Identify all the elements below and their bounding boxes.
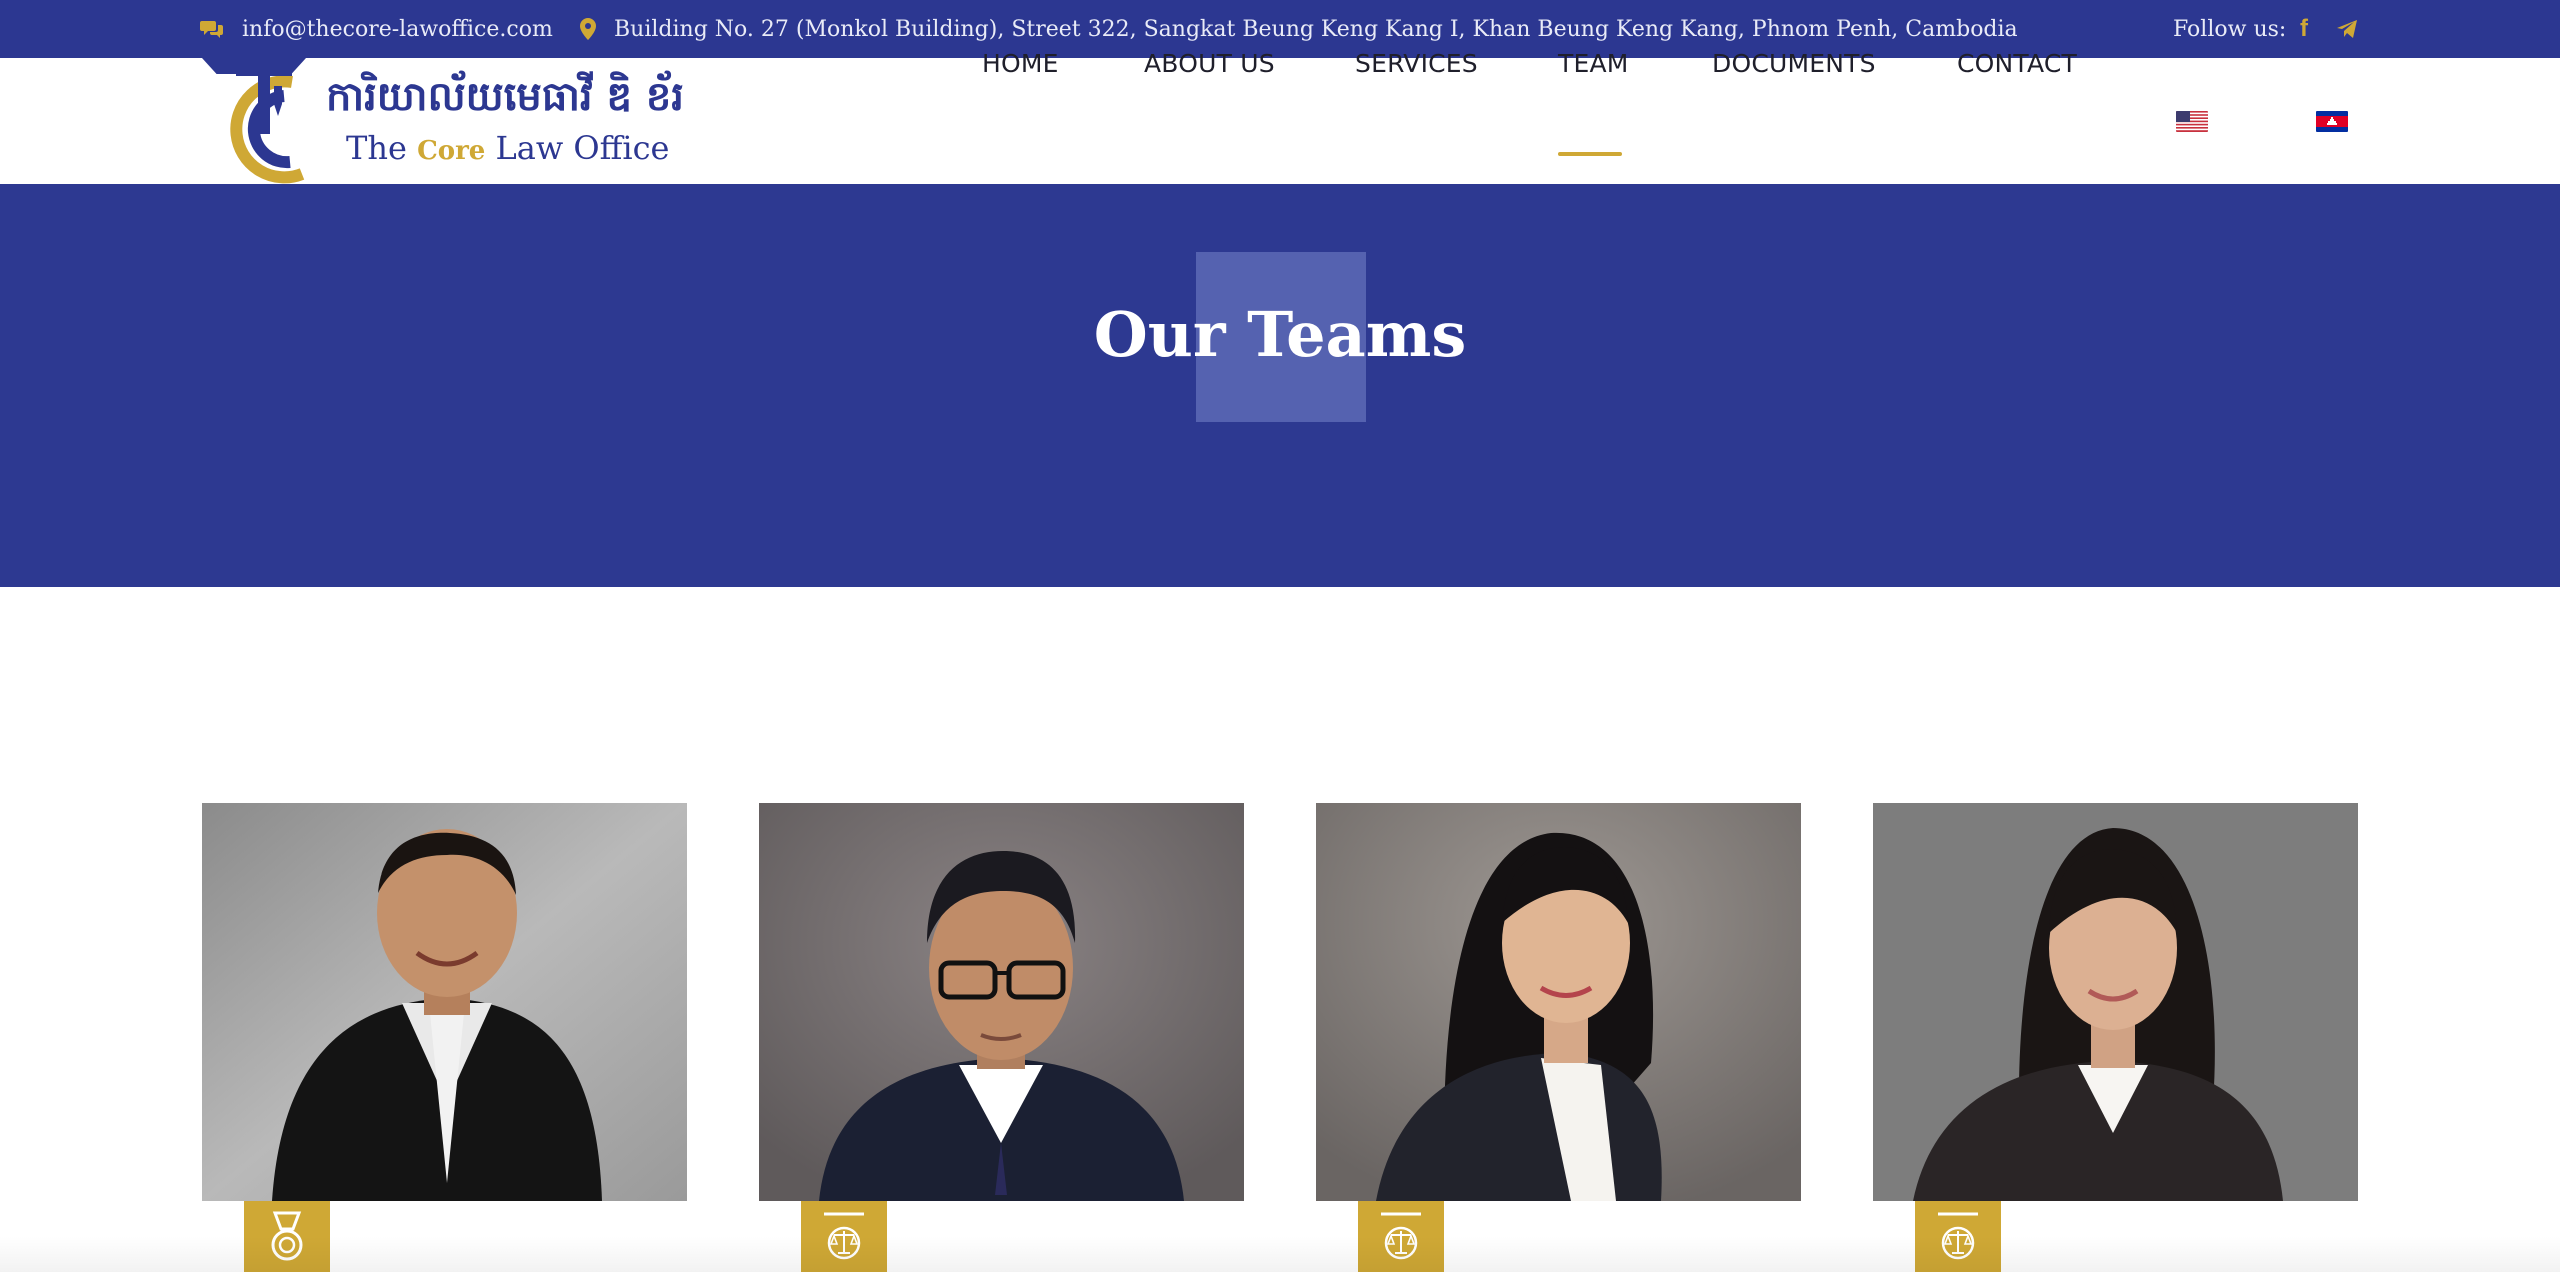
telegram-icon[interactable]: [2336, 0, 2358, 58]
nav-home[interactable]: HOME: [982, 0, 1059, 126]
card-badge: [1915, 1201, 2001, 1272]
card-badge: [244, 1201, 330, 1272]
logo-law-office: Law Office: [495, 129, 670, 167]
team-member-card[interactable]: [759, 803, 1244, 1272]
team-member-card[interactable]: [1316, 803, 1801, 1272]
team-member-photo: [1316, 803, 1801, 1201]
core-monogram-icon: [230, 64, 305, 184]
top-info-bar: info@thecore-lawoffice.com Building No. …: [0, 0, 2560, 58]
team-member-photo: [1873, 803, 2358, 1201]
us-flag-icon[interactable]: [2176, 111, 2208, 132]
follow-us-label: Follow us:: [2173, 16, 2287, 42]
chat-bubbles-icon: [200, 19, 224, 39]
map-pin-icon: [580, 18, 596, 40]
medal-icon: [271, 1211, 303, 1261]
scales-of-justice-icon: [824, 1212, 864, 1260]
card-badge: [801, 1201, 887, 1272]
nav-about-us[interactable]: ABOUT US: [1144, 0, 1275, 126]
nav-documents[interactable]: DOCUMENTS: [1712, 0, 1876, 126]
logo-core: Core: [417, 136, 486, 166]
logo-english-name: The Core Law Office: [346, 128, 669, 168]
nav-team[interactable]: TEAM: [1558, 0, 1629, 126]
team-member-photo: [202, 803, 687, 1201]
logo-khmer-name: ការិយាល័យមេធាវី ឌិ ខ័រ: [326, 74, 684, 120]
nav-services[interactable]: SERVICES: [1355, 0, 1478, 126]
active-nav-indicator: [1558, 152, 1622, 156]
card-badge: [1358, 1201, 1444, 1272]
nav-contact[interactable]: CONTACT: [1957, 0, 2077, 126]
scales-of-justice-icon: [1381, 1212, 1421, 1260]
cambodia-flag-icon[interactable]: [2316, 111, 2348, 132]
scales-of-justice-icon: [1938, 1212, 1978, 1260]
facebook-icon[interactable]: f: [2300, 0, 2308, 58]
team-member-card[interactable]: [1873, 803, 2358, 1272]
team-member-card[interactable]: [202, 803, 687, 1272]
team-member-photo: [759, 803, 1244, 1201]
page-title: Our Teams: [1093, 298, 1467, 371]
logo-the: The: [346, 129, 407, 167]
site-logo[interactable]: ការិយាល័យមេធាវី ឌិ ខ័រ The Core Law Offi…: [214, 64, 684, 184]
contact-email[interactable]: info@thecore-lawoffice.com: [200, 0, 553, 58]
email-text: info@thecore-lawoffice.com: [242, 16, 553, 42]
